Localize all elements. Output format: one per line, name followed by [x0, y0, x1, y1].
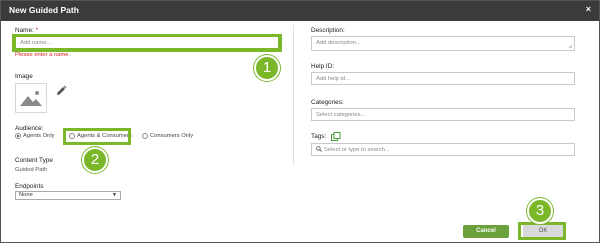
description-label: Description: — [311, 27, 345, 34]
tags-search-input[interactable]: Select or type to search... — [311, 143, 575, 156]
callout-badge-3: 3 — [527, 198, 553, 224]
endpoints-select[interactable]: None ▼ — [15, 191, 121, 200]
radio-label: Consumers Only — [150, 133, 194, 139]
categories-label: Categories: — [311, 99, 344, 106]
name-error-message: Please enter a name. — [15, 52, 71, 58]
radio-agents-and-consumers[interactable]: Agents & Consumers — [69, 133, 132, 139]
ok-button[interactable]: OK — [523, 225, 563, 238]
endpoints-selected-value: None — [19, 192, 33, 198]
description-placeholder: Add description... — [316, 40, 361, 46]
name-label-text: Name: — [15, 27, 34, 34]
radio-agents-only[interactable]: Agents Only — [15, 133, 55, 139]
name-input[interactable]: Add name... — [15, 36, 279, 49]
image-placeholder[interactable] — [15, 83, 47, 113]
image-label: Image — [15, 73, 33, 80]
new-guided-path-dialog: New Guided Path × Name: * Add name... Pl… — [0, 0, 600, 243]
name-placeholder: Add name... — [20, 40, 52, 46]
resize-handle-icon[interactable] — [568, 44, 573, 49]
radio-button[interactable] — [142, 133, 148, 139]
radio-label: Agents Only — [23, 133, 55, 139]
radio-button[interactable] — [15, 133, 21, 139]
categories-placeholder: Select categories... — [316, 112, 366, 118]
audience-label: Audience: — [15, 125, 44, 132]
help-id-label: Help ID: — [311, 63, 335, 70]
endpoints-label: Endpoints — [15, 183, 44, 190]
column-divider — [293, 25, 294, 165]
copy-tags-icon[interactable] — [331, 132, 341, 141]
search-icon — [316, 146, 322, 152]
dialog-title: New Guided Path — [9, 5, 79, 15]
help-id-placeholder: Add help id... — [316, 76, 350, 82]
content-type-value: Guided Path — [15, 167, 48, 173]
description-textarea[interactable]: Add description... — [311, 36, 575, 51]
tags-label: Tags: — [311, 133, 327, 140]
chevron-down-icon: ▼ — [112, 192, 117, 198]
dialog-titlebar: New Guided Path × — [1, 1, 599, 21]
close-icon[interactable]: × — [586, 4, 591, 14]
cancel-button[interactable]: Cancel — [463, 225, 509, 238]
radio-label: Agents & Consumers — [77, 133, 132, 139]
help-id-input[interactable]: Add help id... — [311, 72, 575, 85]
tags-placeholder: Select or type to search... — [324, 147, 390, 153]
callout-badge-2: 2 — [82, 147, 108, 173]
name-label: Name: * — [15, 27, 38, 34]
categories-input[interactable]: Select categories... — [311, 108, 575, 121]
radio-consumers-only[interactable]: Consumers Only — [142, 133, 193, 139]
callout-badge-1: 1 — [254, 55, 280, 81]
image-icon — [20, 91, 42, 106]
content-type-label: Content Type — [15, 157, 53, 164]
required-asterisk: * — [35, 27, 39, 34]
edit-pencil-icon[interactable] — [55, 85, 67, 97]
radio-button[interactable] — [69, 133, 75, 139]
